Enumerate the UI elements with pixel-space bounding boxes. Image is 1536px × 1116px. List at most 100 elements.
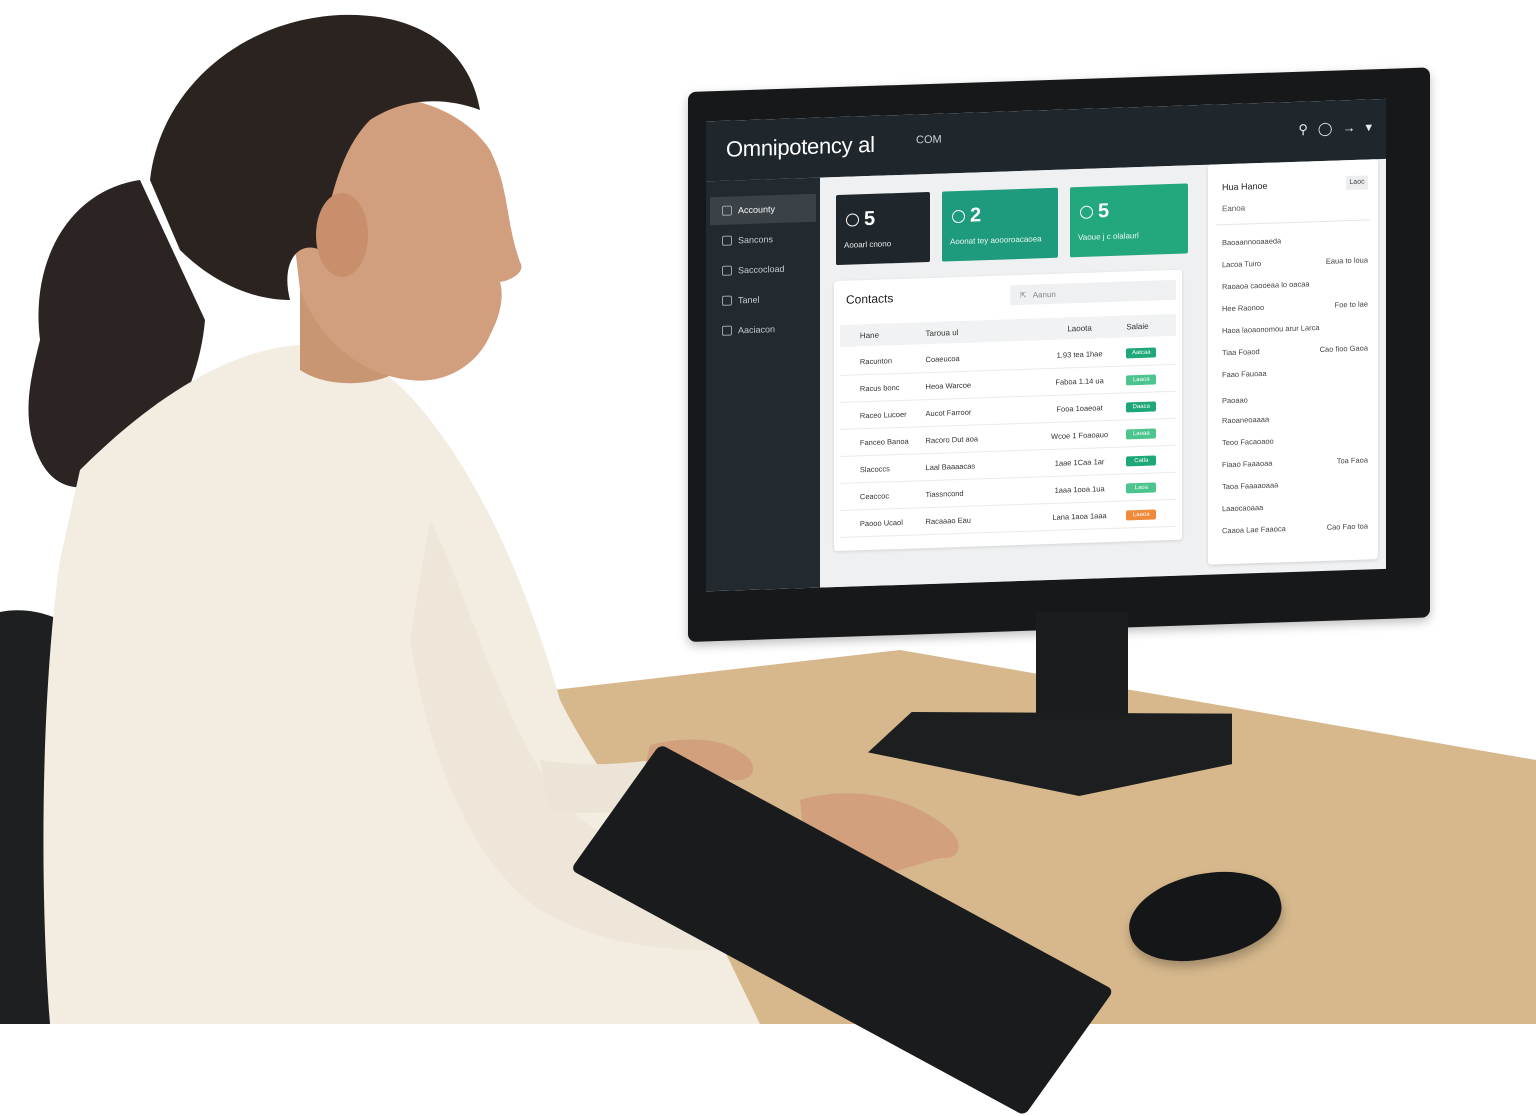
settings-icon[interactable]: → [1342, 120, 1355, 136]
circle-icon [846, 213, 859, 227]
stat-label: Vaoue j c olalaurl [1078, 231, 1139, 243]
detail-item-value: Cao Fao toa [1326, 521, 1368, 532]
contact-org: Heoa Warcoe [925, 380, 972, 391]
detail-item-value: Foe to lae [1334, 299, 1368, 310]
contact-date: 1aaa 1ooa 1ua [1054, 483, 1105, 495]
stat-value: 5 [1080, 200, 1109, 224]
divider [1216, 219, 1370, 226]
row-number [840, 415, 860, 416]
home-icon [722, 205, 732, 216]
detail-item-value: Eaua to loua [1325, 255, 1368, 266]
main-content: 5 Aooarl cnono 2 Aoonat tey aoooroacaoea… [820, 165, 1200, 588]
contact-name: Fanceo Banoa [859, 436, 909, 447]
top-icon-group: ⚲ ◯ → ▾ [1298, 119, 1372, 137]
contact-name: Racus bonc [859, 382, 900, 393]
search-icon: ⇱ [1020, 290, 1027, 300]
sidebar-item-label: Tanel [738, 294, 760, 306]
status-cell: Laaoa [1126, 507, 1176, 520]
detail-item-label: Haoa laoaonomou arur Larca [1222, 323, 1320, 336]
detail-item-label: Laaocaoaaa [1222, 502, 1264, 514]
table-body: Racunton Coaeucoa 1.93 tea 1hae Aatcaa Racus… [840, 337, 1176, 538]
row-number [840, 388, 860, 389]
row-number [840, 523, 860, 524]
stat-value: 5 [846, 208, 875, 232]
status-cell: Catla [1126, 453, 1176, 466]
ear [316, 193, 368, 277]
status-badge: Aatcaa [1126, 346, 1157, 358]
contacts-title: Contacts [846, 291, 894, 307]
detail-section-title: Paoaao [1222, 395, 1248, 406]
contact-name: Slacoccs [859, 463, 890, 474]
contact-org: Racoro Dut aoa [925, 433, 979, 445]
column-header[interactable]: Taroua ul [926, 325, 1033, 338]
contacts-panel: Contacts ⇱ Aanun Hane Taroua ul Laoota Sa… [834, 269, 1182, 552]
status-cell: Laoa [1126, 480, 1176, 493]
sidebar-item-accounty[interactable]: Accounty [710, 193, 816, 226]
file-icon [722, 235, 732, 246]
status-cell: Aatcaa [1126, 345, 1176, 358]
search-placeholder: Aanun [1032, 289, 1056, 300]
column-header[interactable]: Hane [860, 329, 926, 340]
search-icon[interactable]: ⚲ [1298, 121, 1308, 137]
column-header[interactable]: Salaie [1126, 320, 1176, 331]
detail-subtitle: Eanoa [1222, 203, 1246, 214]
status-badge: Catla [1126, 454, 1157, 466]
status-badge: Laoaa [1126, 427, 1157, 439]
detail-item-label: Caaoa Lae Faaoca [1222, 524, 1286, 536]
sidebar-item-label: Sancons [738, 234, 774, 246]
contact-date: Wcoe 1 Foaoauo [1051, 429, 1109, 441]
search-input[interactable]: ⇱ Aanun [1010, 279, 1176, 306]
sidebar-item-sancons[interactable]: Sancons [710, 224, 816, 256]
row-number [840, 361, 860, 362]
row-number [840, 442, 860, 443]
detail-item-label: Lacoa Tuiro [1222, 258, 1262, 270]
sidebar-item-tanel[interactable]: Tanel [710, 284, 816, 316]
detail-item-value: Cao fioo Gaoa [1319, 343, 1368, 355]
contact-name: Ceaccoc [859, 490, 890, 501]
contact-org: Coaeucoa [925, 353, 960, 364]
contact-org: Aucot Farroor [925, 407, 972, 418]
detail-item-label: Taoa Faaaaoaaa [1222, 480, 1279, 492]
contact-org: Tiassncond [925, 488, 964, 499]
status-badge: Daaca [1126, 400, 1157, 412]
stat-value: 2 [952, 204, 981, 228]
contact-name: Raceo Lucoer [859, 409, 907, 420]
contact-date: 1aae 1Caa 1ar [1054, 456, 1105, 468]
status-badge: Laaoa [1126, 508, 1157, 520]
contact-org: Racaaao Eau [925, 515, 971, 526]
detail-item-label: Raoaneoaaaa [1222, 414, 1270, 426]
contact-date: Lana 1aoa 1aaa [1052, 510, 1107, 522]
status-badge: Laaoa [1126, 373, 1157, 385]
chevron-down-icon[interactable]: ▾ [1365, 119, 1372, 135]
doc-icon [722, 325, 732, 336]
sidebar-item-label: Saccocload [738, 263, 785, 276]
contact-date: Fooa 1oaeoat [1056, 402, 1103, 414]
contact-name: Paooo Ucaol [859, 517, 903, 528]
row-number [840, 496, 860, 497]
stat-card-1[interactable]: 5 Aooarl cnono [836, 191, 930, 266]
status-cell: Daaca [1126, 399, 1176, 412]
column-header[interactable]: Laoota [1033, 322, 1126, 334]
detail-item-value: Toa Faoa [1336, 455, 1368, 466]
office-scene: Omnipotency al COM ⚲ ◯ → ▾ Accounty Sanc… [0, 0, 1536, 1116]
monitor: Omnipotency al COM ⚲ ◯ → ▾ Accounty Sanc… [688, 67, 1430, 643]
app-title: Omnipotency al [726, 131, 875, 162]
app-subtitle: COM [916, 133, 942, 147]
detail-item-label: Tiaa Foaod [1222, 347, 1260, 358]
doc-icon [722, 295, 732, 306]
stat-card-2[interactable]: 2 Aoonat tey aoooroacaoea [942, 187, 1058, 262]
detail-item-label: Fiaao Faaaoaa [1222, 458, 1273, 470]
row-number [840, 469, 860, 470]
sidebar: Accounty Sancons Saccocload Tanel Aaciac… [706, 177, 820, 592]
sidebar-item-label: Accounty [738, 204, 776, 216]
stat-card-3[interactable]: 5 Vaoue j c olalaurl [1070, 183, 1188, 258]
detail-button[interactable]: Laoc [1346, 175, 1368, 191]
contact-date: 1.93 tea 1hae [1056, 348, 1103, 360]
contact-org: Laal Baaaacas [925, 460, 976, 472]
help-icon[interactable]: ◯ [1318, 121, 1333, 137]
sidebar-item-saccocload[interactable]: Saccocload [710, 254, 816, 286]
folder-icon [722, 265, 732, 276]
sidebar-item-aaciacon[interactable]: Aaciacon [710, 314, 816, 346]
sidebar-item-label: Aaciacon [738, 324, 776, 336]
detail-item-label: Faao Fauoaa [1222, 368, 1267, 380]
